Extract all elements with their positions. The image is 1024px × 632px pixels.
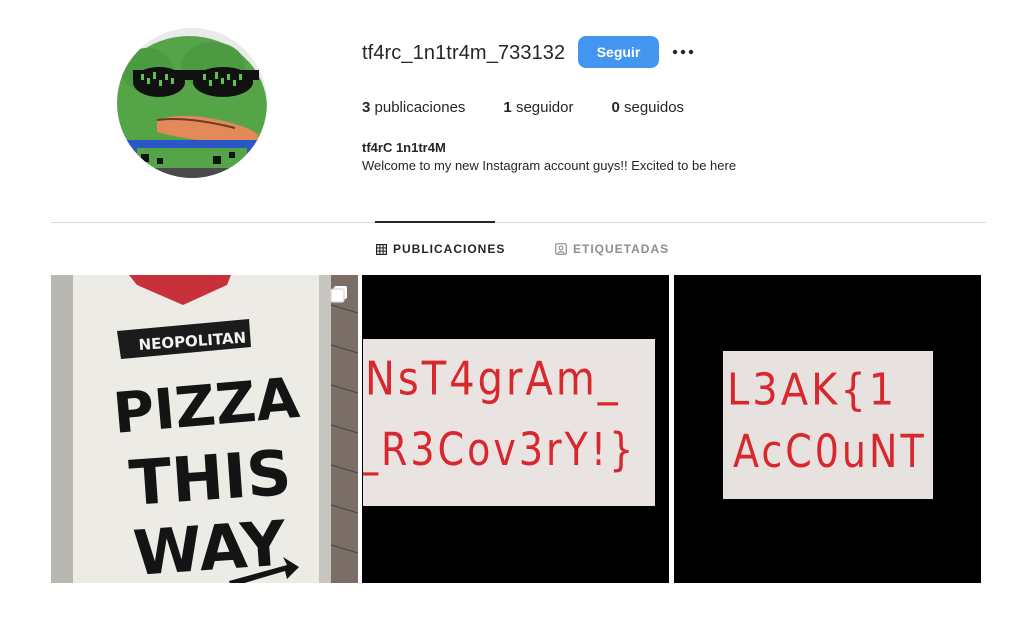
- profile-username: tf4rc_1n1tr4m_733132: [362, 42, 566, 64]
- handwritten-line: AcC0uNT: [733, 425, 927, 478]
- active-tab-indicator: [375, 221, 495, 223]
- more-options-button[interactable]: [670, 38, 696, 66]
- post-thumbnail[interactable]: NsT4grAm_ _R3Cov3rY!}: [362, 275, 669, 583]
- handwritten-note-image: L3AK{1 AcC0uNT: [723, 351, 933, 499]
- followers-count[interactable]: 1 seguidor: [503, 99, 573, 116]
- followers-count-value: 1: [503, 99, 512, 116]
- grid-icon: [376, 243, 387, 255]
- profile-display-name: tf4rC 1n1tr4M: [362, 140, 446, 155]
- following-count-value: 0: [611, 99, 620, 116]
- handwritten-line: _R3Cov3rY!}: [363, 423, 637, 476]
- carousel-icon: [330, 286, 347, 303]
- frog-avatar-icon: [117, 28, 267, 178]
- post-thumbnail[interactable]: L3AK{1 AcC0uNT: [674, 275, 981, 583]
- posts-count-value: 3: [362, 99, 371, 116]
- tab-posts[interactable]: PUBLICACIONES: [376, 242, 505, 256]
- tab-tagged-label: ETIQUETADAS: [573, 242, 670, 256]
- follow-button[interactable]: Seguir: [578, 36, 659, 68]
- tab-tagged[interactable]: ETIQUETADAS: [555, 242, 669, 256]
- pizza-sign-image: NEOPOLITAN PIZZA THIS WAY: [51, 275, 358, 583]
- posts-count-label: publicaciones: [374, 99, 466, 116]
- tagged-user-icon: [555, 243, 567, 255]
- handwritten-line: NsT4grAm_: [365, 353, 621, 406]
- following-count-label: seguidos: [624, 99, 685, 116]
- posts-count: 3 publicaciones: [362, 99, 465, 116]
- tabs-divider: [51, 222, 986, 223]
- profile-avatar[interactable]: [117, 28, 267, 178]
- tab-posts-label: PUBLICACIONES: [393, 242, 506, 256]
- handwritten-line: L3AK{1: [727, 365, 898, 416]
- handwritten-note-image: NsT4grAm_ _R3Cov3rY!}: [363, 339, 655, 506]
- profile-bio: Welcome to my new Instagram account guys…: [362, 158, 737, 173]
- post-thumbnail[interactable]: NEOPOLITAN PIZZA THIS WAY: [51, 275, 358, 583]
- following-count[interactable]: 0 seguidos: [611, 99, 684, 116]
- profile-stats: 3 publicaciones 1 seguidor 0 seguidos: [362, 99, 722, 116]
- followers-count-label: seguidor: [515, 99, 574, 116]
- more-options-icon: [672, 49, 694, 55]
